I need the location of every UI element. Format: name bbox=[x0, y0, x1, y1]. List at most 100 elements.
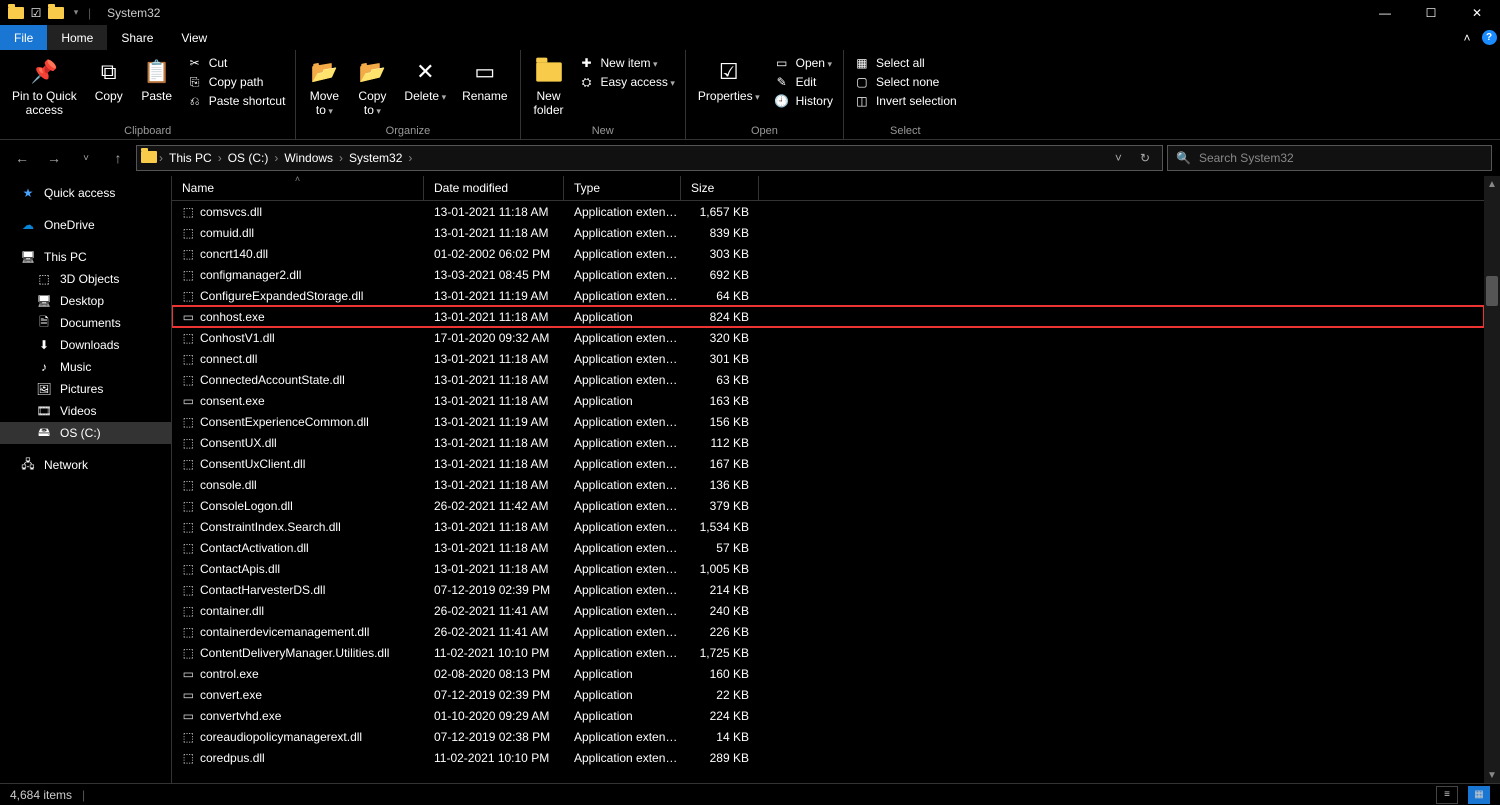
tab-view[interactable]: View bbox=[167, 25, 221, 50]
file-row[interactable]: ⬚ConfigureExpandedStorage.dll13-01-2021 … bbox=[172, 285, 1484, 306]
nav-item[interactable]: ♪Music bbox=[0, 356, 171, 378]
help-button[interactable]: ? bbox=[1478, 25, 1500, 50]
breadcrumb-seg[interactable]: Windows bbox=[280, 151, 337, 165]
history-button[interactable]: 🕘History bbox=[770, 92, 837, 110]
file-row[interactable]: ⬚ConnectedAccountState.dll13-01-2021 11:… bbox=[172, 369, 1484, 390]
paste-button[interactable]: 📋Paste bbox=[135, 52, 179, 108]
collapse-ribbon-button[interactable]: ˄ bbox=[1456, 25, 1478, 50]
file-row[interactable]: ⬚ContactHarvesterDS.dll07-12-2019 02:39 … bbox=[172, 579, 1484, 600]
select-all-button[interactable]: ▦Select all bbox=[850, 54, 961, 72]
file-row[interactable]: ⬚coreaudiopolicymanagerext.dll07-12-2019… bbox=[172, 726, 1484, 747]
scrollbar[interactable]: ▲ ▼ bbox=[1484, 176, 1500, 783]
column-date[interactable]: Date modified bbox=[424, 176, 564, 200]
ribbon-group-organize: 📂Move to 📂Copy to ✕Delete ▭Rename Organi… bbox=[296, 50, 520, 139]
breadcrumb-dropdown-button[interactable]: ˅ bbox=[1107, 146, 1130, 170]
column-type[interactable]: Type bbox=[564, 176, 681, 200]
column-size[interactable]: Size bbox=[681, 176, 759, 200]
back-button[interactable]: ← bbox=[8, 144, 36, 172]
file-row[interactable]: ⬚coredpus.dll11-02-2021 10:10 PMApplicat… bbox=[172, 747, 1484, 768]
nav-onedrive[interactable]: ☁OneDrive bbox=[0, 214, 171, 236]
file-row[interactable]: ▭control.exe02-08-2020 08:13 PMApplicati… bbox=[172, 663, 1484, 684]
edit-button[interactable]: ✎Edit bbox=[770, 73, 837, 91]
nav-item[interactable]: 🖼Pictures bbox=[0, 378, 171, 400]
scroll-down-icon[interactable]: ▼ bbox=[1484, 767, 1500, 783]
tab-home[interactable]: Home bbox=[47, 25, 107, 50]
tab-share[interactable]: Share bbox=[107, 25, 167, 50]
nav-network[interactable]: 🖧Network bbox=[0, 454, 171, 476]
breadcrumb[interactable]: › This PC› OS (C:)› Windows› System32› ˅… bbox=[136, 145, 1163, 171]
cut-button[interactable]: ✂Cut bbox=[183, 54, 290, 72]
file-row[interactable]: ▭consent.exe13-01-2021 11:18 AMApplicati… bbox=[172, 390, 1484, 411]
view-large-icons-button[interactable]: ▦ bbox=[1468, 786, 1490, 804]
refresh-button[interactable]: ↻ bbox=[1132, 146, 1158, 170]
file-type: Application extens... bbox=[564, 499, 681, 513]
easy-access-button[interactable]: ⛭Easy access bbox=[575, 73, 679, 91]
copy-path-button[interactable]: ⎘Copy path bbox=[183, 73, 290, 91]
rename-button[interactable]: ▭Rename bbox=[456, 52, 513, 108]
qat-properties-icon[interactable]: ☑ bbox=[28, 5, 44, 21]
file-row[interactable]: ⬚comsvcs.dll13-01-2021 11:18 AMApplicati… bbox=[172, 201, 1484, 222]
recent-locations-button[interactable]: ˅ bbox=[72, 144, 100, 172]
breadcrumb-seg[interactable]: OS (C:) bbox=[224, 151, 273, 165]
nav-item[interactable]: 🗎Documents bbox=[0, 312, 171, 334]
file-row[interactable]: ⬚ContentDeliveryManager.Utilities.dll11-… bbox=[172, 642, 1484, 663]
select-none-button[interactable]: ▢Select none bbox=[850, 73, 961, 91]
up-button[interactable]: ↑ bbox=[104, 144, 132, 172]
file-row[interactable]: ⬚ContactActivation.dll13-01-2021 11:18 A… bbox=[172, 537, 1484, 558]
file-row[interactable]: ⬚ConstraintIndex.Search.dll13-01-2021 11… bbox=[172, 516, 1484, 537]
paste-icon: 📋 bbox=[141, 56, 173, 88]
breadcrumb-seg[interactable]: System32 bbox=[345, 151, 406, 165]
tab-file[interactable]: File bbox=[0, 25, 47, 50]
copy-to-button[interactable]: 📂Copy to bbox=[350, 52, 394, 122]
search-input[interactable]: 🔍 Search System32 bbox=[1167, 145, 1492, 171]
scroll-thumb[interactable] bbox=[1486, 276, 1498, 306]
nav-item[interactable]: 🎞Videos bbox=[0, 400, 171, 422]
file-row[interactable]: ⬚ConsoleLogon.dll26-02-2021 11:42 AMAppl… bbox=[172, 495, 1484, 516]
properties-button[interactable]: ☑Properties bbox=[692, 52, 766, 108]
file-row[interactable]: ⬚configmanager2.dll13-03-2021 08:45 PMAp… bbox=[172, 264, 1484, 285]
file-row[interactable]: ⬚containerdevicemanagement.dll26-02-2021… bbox=[172, 621, 1484, 642]
new-item-button[interactable]: ✚New item bbox=[575, 54, 679, 72]
nav-item[interactable]: ⬇Downloads bbox=[0, 334, 171, 356]
maximize-button[interactable]: ☐ bbox=[1408, 0, 1454, 25]
new-folder-button[interactable]: New folder bbox=[527, 52, 571, 122]
forward-button[interactable]: → bbox=[40, 144, 68, 172]
open-button[interactable]: ▭Open bbox=[770, 54, 837, 72]
file-row[interactable]: ⬚connect.dll13-01-2021 11:18 AMApplicati… bbox=[172, 348, 1484, 369]
file-row[interactable]: ▭convertvhd.exe01-10-2020 09:29 AMApplic… bbox=[172, 705, 1484, 726]
breadcrumb-seg[interactable]: This PC bbox=[165, 151, 216, 165]
column-name[interactable]: ˄Name bbox=[172, 176, 424, 200]
qat-dropdown-icon[interactable]: ▾ bbox=[68, 5, 84, 21]
file-row[interactable]: ⬚ConsentUxClient.dll13-01-2021 11:18 AMA… bbox=[172, 453, 1484, 474]
file-size: 1,005 KB bbox=[681, 562, 759, 576]
close-button[interactable]: ✕ bbox=[1454, 0, 1500, 25]
file-row[interactable]: ⬚ContactApis.dll13-01-2021 11:18 AMAppli… bbox=[172, 558, 1484, 579]
nav-item[interactable]: ⬚3D Objects bbox=[0, 268, 171, 290]
nav-quick-access[interactable]: ★Quick access bbox=[0, 182, 171, 204]
file-row[interactable]: ▭conhost.exe13-01-2021 11:18 AMApplicati… bbox=[172, 306, 1484, 327]
nav-this-pc[interactable]: 🖥This PC bbox=[0, 246, 171, 268]
file-row[interactable]: ⬚container.dll26-02-2021 11:41 AMApplica… bbox=[172, 600, 1484, 621]
delete-button[interactable]: ✕Delete bbox=[398, 52, 452, 108]
move-to-button[interactable]: 📂Move to bbox=[302, 52, 346, 122]
file-row[interactable]: ⬚comuid.dll13-01-2021 11:18 AMApplicatio… bbox=[172, 222, 1484, 243]
paste-shortcut-button[interactable]: ⎌Paste shortcut bbox=[183, 92, 290, 110]
nav-item[interactable]: 🖥Desktop bbox=[0, 290, 171, 312]
nav-item[interactable]: 🖴OS (C:) bbox=[0, 422, 171, 444]
file-row[interactable]: ⬚ConhostV1.dll17-01-2020 09:32 AMApplica… bbox=[172, 327, 1484, 348]
scroll-up-icon[interactable]: ▲ bbox=[1484, 176, 1500, 192]
file-row[interactable]: ⬚ConsentUX.dll13-01-2021 11:18 AMApplica… bbox=[172, 432, 1484, 453]
file-type: Application extens... bbox=[564, 457, 681, 471]
file-size: 839 KB bbox=[681, 226, 759, 240]
file-size: 214 KB bbox=[681, 583, 759, 597]
file-row[interactable]: ⬚ConsentExperienceCommon.dll13-01-2021 1… bbox=[172, 411, 1484, 432]
view-details-button[interactable]: ≡ bbox=[1436, 786, 1458, 804]
file-row[interactable]: ⬚concrt140.dll01-02-2002 06:02 PMApplica… bbox=[172, 243, 1484, 264]
file-row[interactable]: ⬚console.dll13-01-2021 11:18 AMApplicati… bbox=[172, 474, 1484, 495]
file-row[interactable]: ▭convert.exe07-12-2019 02:39 PMApplicati… bbox=[172, 684, 1484, 705]
copy-button[interactable]: ⧉Copy bbox=[87, 52, 131, 108]
pin-to-quick-access-button[interactable]: 📌Pin to Quick access bbox=[6, 52, 83, 122]
invert-selection-button[interactable]: ◫Invert selection bbox=[850, 92, 961, 110]
minimize-button[interactable]: — bbox=[1362, 0, 1408, 25]
file-list[interactable]: ˄Name Date modified Type Size ⬚comsvcs.d… bbox=[172, 176, 1484, 783]
